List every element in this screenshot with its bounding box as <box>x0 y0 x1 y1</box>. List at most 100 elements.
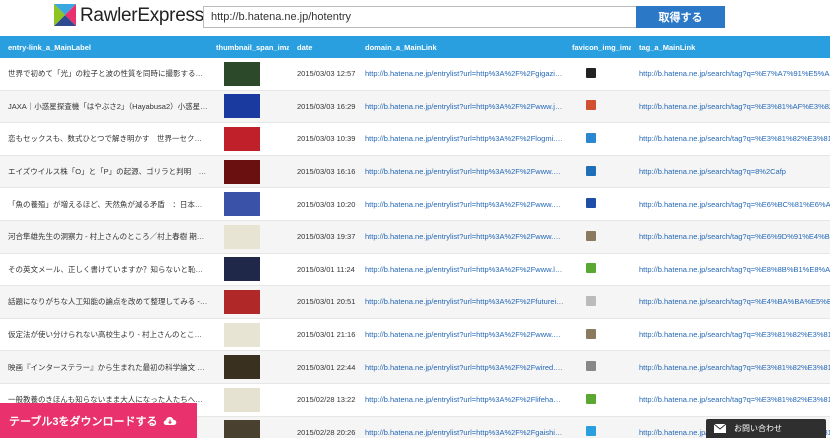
table-row: JAXA｜小惑星探査機「はやぶさ2」（Hayabusa2）小惑星1999 ...… <box>0 90 830 124</box>
entry-label-cell[interactable]: JAXA｜小惑星探査機「はやぶさ2」（Hayabusa2）小惑星1999 ... <box>0 90 208 124</box>
thumbnail-image <box>224 192 260 217</box>
afp-icon <box>586 165 596 176</box>
domain-link-cell[interactable]: http://b.hatena.ne.jp/entrylist?url=http… <box>357 253 564 287</box>
domain-link-cell[interactable]: http://b.hatena.ne.jp/entrylist?url=http… <box>357 318 564 352</box>
domain-link-cell[interactable]: http://b.hatena.ne.jp/entrylist?url=http… <box>357 285 564 319</box>
fetch-button[interactable]: 取得する <box>636 6 725 28</box>
favicon-cell <box>564 187 631 221</box>
domain-link-cell[interactable]: http://b.hatena.ne.jp/entrylist?url=http… <box>357 383 564 417</box>
tag-link-cell[interactable]: http://b.hatena.ne.jp/search/tag?q=%E8%8… <box>631 253 830 287</box>
nikkei-icon <box>586 198 596 209</box>
column-header[interactable]: date <box>289 36 357 58</box>
tag-link-cell[interactable]: http://b.hatena.ne.jp/search/tag?q=%E7%A… <box>631 58 830 91</box>
contact-label: お問い合わせ <box>734 424 782 433</box>
entry-label-cell[interactable]: 話題になりがちな人工知能の論点を改めて整理してみる - FutureI... <box>0 285 208 319</box>
domain-link-cell[interactable]: http://b.hatena.ne.jp/entrylist?url=http… <box>357 90 564 124</box>
thumbnail-cell <box>208 350 289 384</box>
domain-link-cell[interactable]: http://b.hatena.ne.jp/entrylist?url=http… <box>357 155 564 189</box>
thumbnail-cell <box>208 416 289 438</box>
app-logo[interactable]: RawlerExpress <box>54 4 204 30</box>
tag-link-cell[interactable]: http://b.hatena.ne.jp/search/tag?q=%E3%8… <box>631 122 830 156</box>
entry-label-cell[interactable]: 恋もセックスも、数式ひとつで解き明かす 世界一セクシーな数... <box>0 122 208 156</box>
tag-link-cell[interactable]: http://b.hatena.ne.jp/search/tag?q=%E3%8… <box>631 318 830 352</box>
thumbnail-cell <box>208 220 289 254</box>
column-header[interactable]: tag_a_MainLink <box>631 36 830 58</box>
tag-link-cell[interactable]: http://b.hatena.ne.jp/search/tag?q=%E6%9… <box>631 220 830 254</box>
date-cell: 2015/03/01 22:44 <box>289 350 357 384</box>
thumbnail-cell <box>208 253 289 287</box>
thumbnail-image <box>224 159 260 184</box>
results-table-container[interactable]: entry-link_a_MainLabel thumbnail_span_im… <box>0 36 830 438</box>
favicon-cell <box>564 318 631 352</box>
table-row: 映画『インターステラー』から生まれた最初の科学論文 « WIRED.jp 2015… <box>0 350 830 384</box>
thumbnail-image <box>224 322 260 347</box>
favicon-cell <box>564 285 631 319</box>
cloud-download-icon <box>164 416 177 425</box>
entry-label-cell[interactable]: 映画『インターステラー』から生まれた最初の科学論文 « WIRED.jp <box>0 350 208 384</box>
column-header[interactable]: favicon_img_image <box>564 36 631 58</box>
logmi-icon <box>586 132 596 143</box>
tag-link-cell[interactable]: http://b.hatena.ne.jp/search/tag?q=%E3%8… <box>631 383 830 417</box>
date-cell: 2015/03/01 21:16 <box>289 318 357 352</box>
thumbnail-image <box>224 257 260 282</box>
thumbnail-image <box>224 126 260 151</box>
entry-label-cell[interactable]: その英文メール、正しく書けていますか？知らないと恥をかく5つ... <box>0 253 208 287</box>
table-row: その英文メール、正しく書けていますか？知らないと恥をかく5つ... 2015/03… <box>0 253 830 287</box>
thumbnail-cell <box>208 285 289 319</box>
tag-link-cell[interactable]: http://b.hatena.ne.jp/search/tag?q=%E4%B… <box>631 285 830 319</box>
wired-icon <box>586 361 596 372</box>
tag-link-cell[interactable]: http://b.hatena.ne.jp/search/tag?q=%E3%8… <box>631 90 830 124</box>
domain-link-cell[interactable]: http://b.hatena.ne.jp/entrylist?url=http… <box>357 220 564 254</box>
thumbnail-image <box>224 61 260 86</box>
thumbnail-cell <box>208 58 289 91</box>
date-cell: 2015/03/01 20:51 <box>289 285 357 319</box>
domain-link-cell[interactable]: http://b.hatena.ne.jp/entrylist?url=http… <box>357 187 564 221</box>
domain-link-cell[interactable]: http://b.hatena.ne.jp/entrylist?url=http… <box>357 58 564 91</box>
entry-label-cell[interactable]: 河合隼雄先生の洞察力 - 村上さんのところ／村上春樹 期間限定公... <box>0 220 208 254</box>
gigazine-icon <box>586 67 596 78</box>
column-header[interactable]: domain_a_MainLink <box>357 36 564 58</box>
column-header[interactable]: thumbnail_span_image <box>208 36 289 58</box>
date-cell: 2015/02/28 20:26 <box>289 416 357 438</box>
entry-label-cell[interactable]: 世界で初めて「光」の粒子と波の性質を同時に撮影することに成... <box>0 58 208 91</box>
table-row: 世界で初めて「光」の粒子と波の性質を同時に撮影することに成... 2015/03/… <box>0 58 830 91</box>
entry-label-cell[interactable]: エイズウイルス株「O」と「P」の起源、ゴリラと判明 写真1枚... <box>0 155 208 189</box>
domain-link-cell[interactable]: http://b.hatena.ne.jp/entrylist?url=http… <box>357 416 564 438</box>
table-header-row: entry-link_a_MainLabel thumbnail_span_im… <box>0 36 830 58</box>
tag-link-cell[interactable]: http://b.hatena.ne.jp/search/tag?q=%E6%B… <box>631 187 830 221</box>
thumbnail-image <box>224 94 260 119</box>
table-row: 仮定法が使い分けられない高校生より - 村上さんのところ／村上... 2015/0… <box>0 318 830 352</box>
tag-link-cell[interactable]: http://b.hatena.ne.jp/search/tag?q=8%2Ca… <box>631 155 830 189</box>
app-logo-text: RawlerExpress <box>80 5 204 26</box>
favicon-cell <box>564 350 631 384</box>
thumbnail-cell <box>208 122 289 156</box>
url-input[interactable] <box>203 6 636 28</box>
download-table-button[interactable]: テーブル3をダウンロードする <box>0 403 197 438</box>
rocket-icon <box>586 100 596 111</box>
table-row: 話題になりがちな人工知能の論点を改めて整理してみる - FutureI... 20… <box>0 285 830 319</box>
date-cell: 2015/03/01 11:24 <box>289 253 357 287</box>
thumbnail-cell <box>208 155 289 189</box>
favicon-cell <box>564 90 631 124</box>
column-header[interactable]: entry-link_a_MainLabel <box>0 36 208 58</box>
favicon-cell <box>564 58 631 91</box>
domain-link-cell[interactable]: http://b.hatena.ne.jp/entrylist?url=http… <box>357 350 564 384</box>
favicon-cell <box>564 122 631 156</box>
table-row: 河合隼雄先生の洞察力 - 村上さんのところ／村上春樹 期間限定公... 2015/… <box>0 220 830 254</box>
tag-link-cell[interactable]: http://b.hatena.ne.jp/search/tag?q=%E3%8… <box>631 350 830 384</box>
domain-link-cell[interactable]: http://b.hatena.ne.jp/entrylist?url=http… <box>357 122 564 156</box>
thumbnail-image <box>224 224 260 249</box>
date-cell: 2015/03/03 16:29 <box>289 90 357 124</box>
thumbnail-cell <box>208 383 289 417</box>
table-row: 恋もセックスも、数式ひとつで解き明かす 世界一セクシーな数... 2015/03/… <box>0 122 830 156</box>
thumbnail-image <box>224 355 260 380</box>
entry-label-cell[interactable]: 「魚の養殖」が増えるほど、天然魚が減る矛盾 ：日本経済新聞 <box>0 187 208 221</box>
date-cell: 2015/03/03 10:20 <box>289 187 357 221</box>
contact-button[interactable]: お問い合わせ <box>706 419 826 438</box>
thumbnail-cell <box>208 187 289 221</box>
thumbnail-image <box>224 387 260 412</box>
thumbnail-image <box>224 289 260 314</box>
table-row: 「魚の養殖」が増えるほど、天然魚が減る矛盾 ：日本経済新聞 2015/03/03 … <box>0 187 830 221</box>
entry-label-cell[interactable]: 仮定法が使い分けられない高校生より - 村上さんのところ／村上... <box>0 318 208 352</box>
thumbnail-cell <box>208 90 289 124</box>
